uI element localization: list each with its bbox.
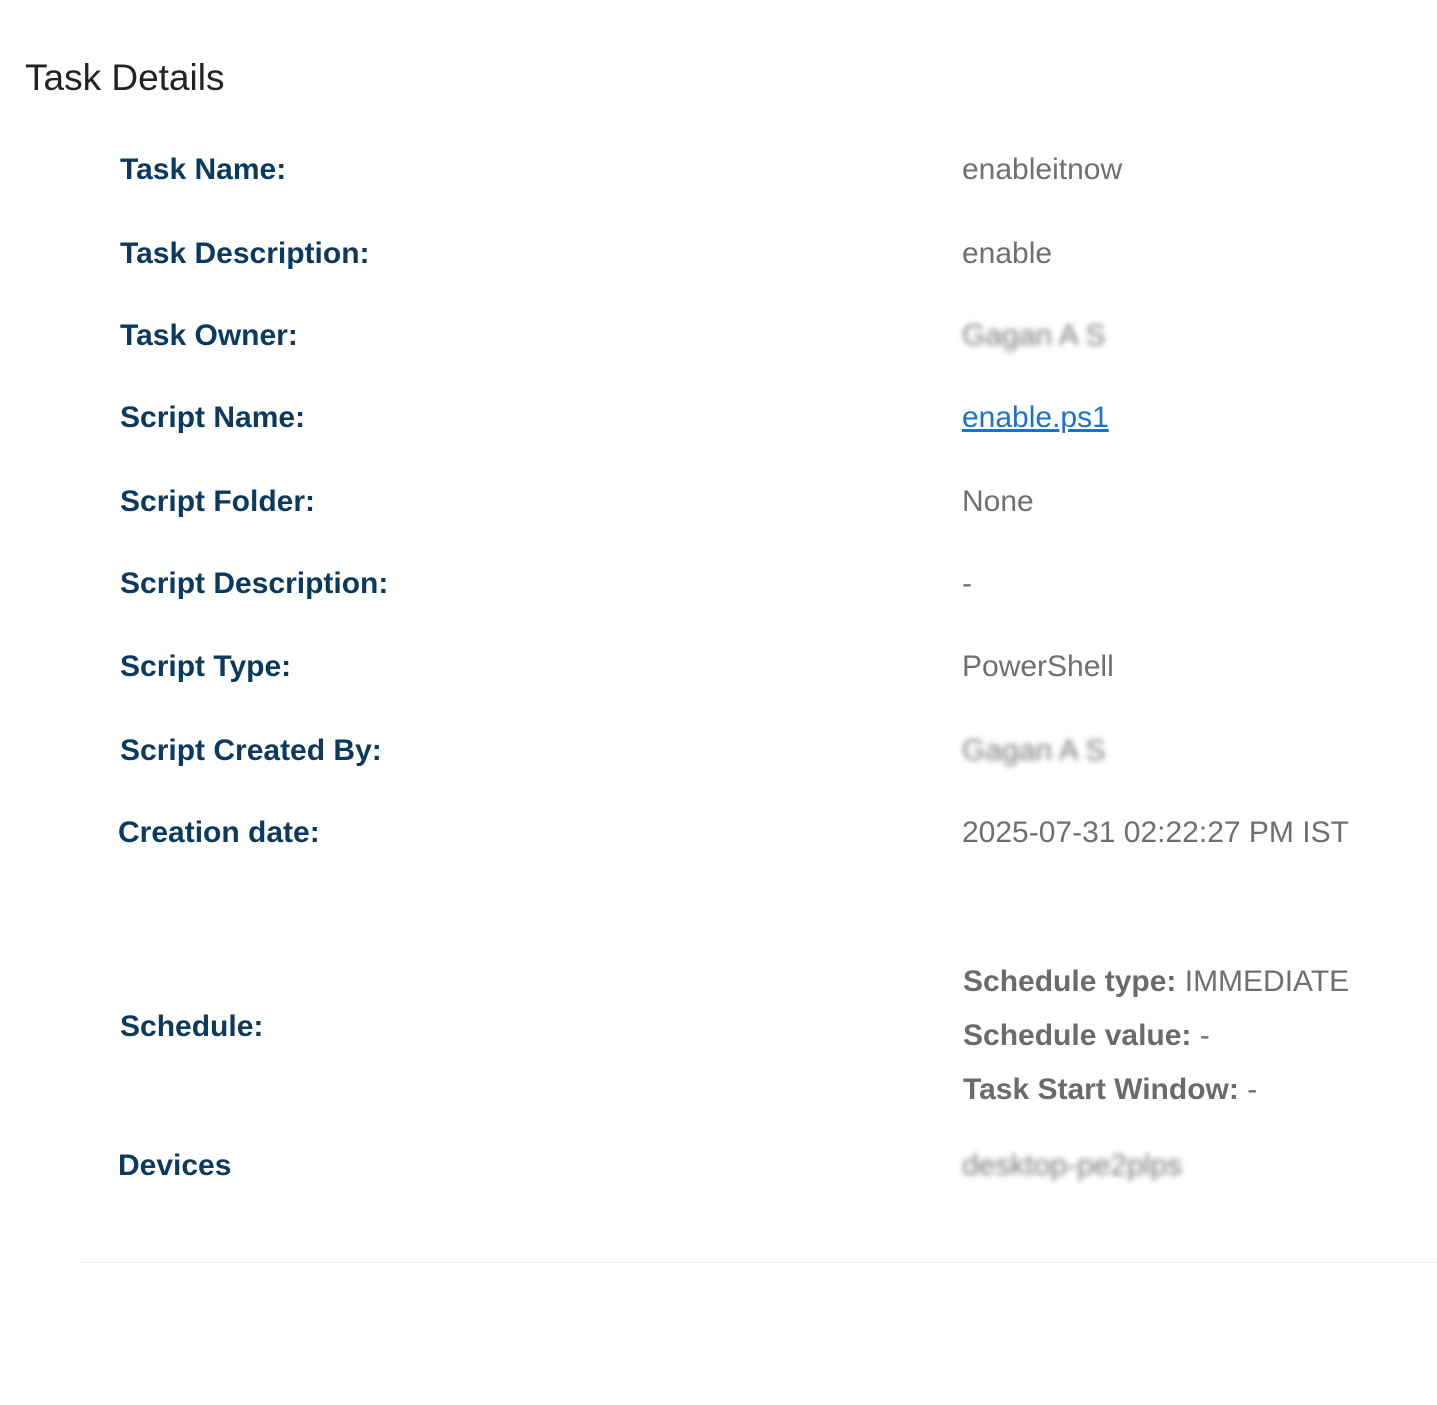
schedule-type-line: Schedule type: IMMEDIATE (963, 955, 1349, 1009)
task-owner-value: Gagan A S (962, 319, 1106, 352)
script-folder-value: None (962, 485, 1034, 518)
devices-label: Devices (118, 1149, 232, 1182)
task-description-label: Task Description: (120, 237, 370, 270)
script-type-label: Script Type: (120, 650, 292, 683)
script-description-label: Script Description: (120, 567, 389, 600)
schedule-label: Schedule: (120, 1010, 264, 1043)
schedule-type-value: IMMEDIATE (1184, 965, 1350, 998)
script-name-link[interactable]: enable.ps1 (962, 400, 1109, 436)
script-description-value: - (962, 567, 972, 600)
page-title: Task Details (25, 57, 225, 98)
schedule-value-key: Schedule value: (963, 1019, 1192, 1052)
task-start-window-key: Task Start Window: (963, 1073, 1239, 1106)
creation-date-value: 2025-07-31 02:22:27 PM IST (962, 816, 1349, 849)
schedule-type-key: Schedule type: (963, 965, 1177, 998)
script-type-value: PowerShell (962, 650, 1114, 683)
schedule-details: Schedule type: IMMEDIATE Schedule value:… (963, 955, 1349, 1117)
task-owner-label: Task Owner: (120, 319, 298, 352)
task-start-window-value: - (1247, 1073, 1258, 1106)
script-created-by-value: Gagan A S (962, 734, 1106, 767)
task-name-value: enableitnow (962, 153, 1123, 186)
task-description-value: enable (962, 237, 1053, 270)
script-name-label: Script Name: (120, 401, 306, 434)
creation-date-label: Creation date: (118, 816, 320, 849)
task-start-window-line: Task Start Window: - (963, 1063, 1349, 1117)
script-created-by-label: Script Created By: (120, 734, 382, 767)
task-name-label: Task Name: (120, 153, 287, 186)
schedule-value-value: - (1199, 1019, 1210, 1052)
schedule-value-line: Schedule value: - (963, 1009, 1349, 1063)
devices-value: desktop-pe2plps (962, 1149, 1183, 1182)
section-divider (80, 1262, 1437, 1263)
script-folder-label: Script Folder: (120, 485, 316, 518)
